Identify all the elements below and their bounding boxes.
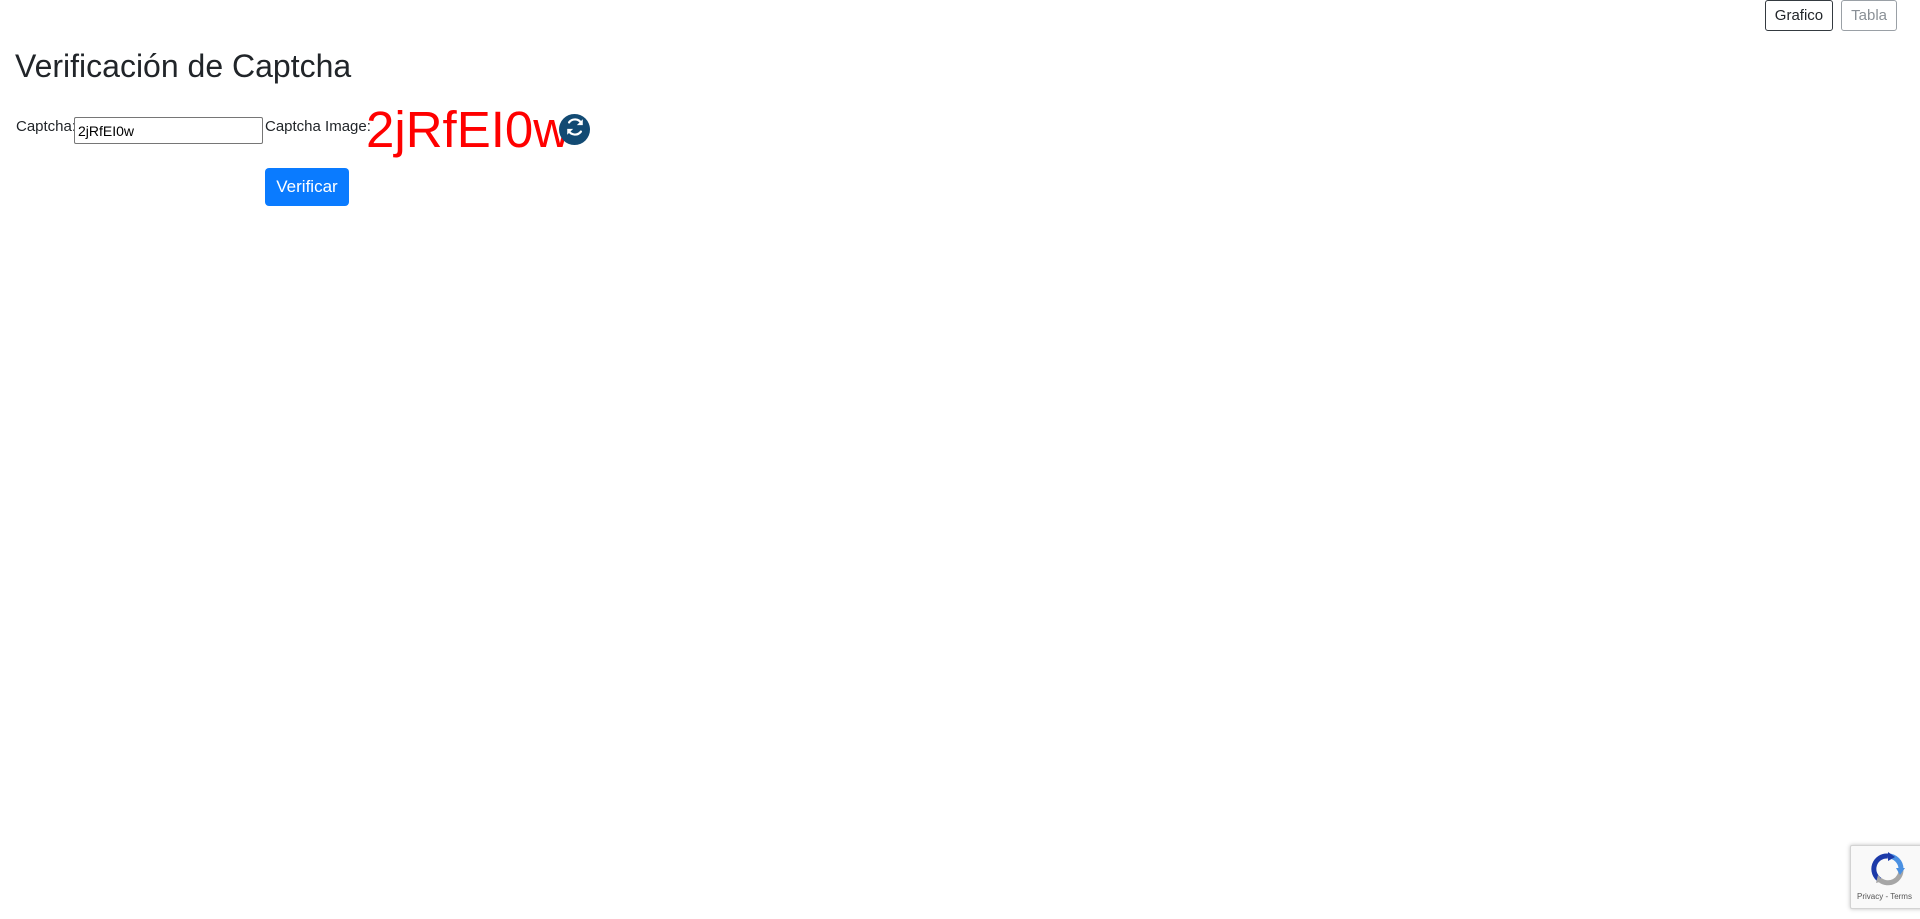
captcha-input[interactable] xyxy=(74,117,263,144)
captcha-image-label: Captcha Image: xyxy=(265,118,371,135)
page-title: Verificación de Captcha xyxy=(15,48,352,84)
table-view-button[interactable]: Tabla xyxy=(1841,0,1897,31)
chart-view-button[interactable]: Grafico xyxy=(1764,0,1834,31)
refresh-captcha-button[interactable] xyxy=(559,114,590,145)
view-toggle: Grafico Tabla xyxy=(1764,0,1897,31)
captcha-image-text: 2jRfEI0w xyxy=(366,101,571,158)
page: Grafico Tabla Verificación de Captcha Ca… xyxy=(0,0,1920,919)
recaptcha-icon xyxy=(1868,852,1908,893)
recaptcha-terms-link[interactable]: Privacy - Terms xyxy=(1857,892,1912,901)
recaptcha-badge[interactable]: Privacy - Terms xyxy=(1850,845,1920,909)
captcha-label: Captcha: xyxy=(16,118,77,135)
verify-button[interactable]: Verificar xyxy=(265,168,349,206)
refresh-icon xyxy=(564,116,586,143)
